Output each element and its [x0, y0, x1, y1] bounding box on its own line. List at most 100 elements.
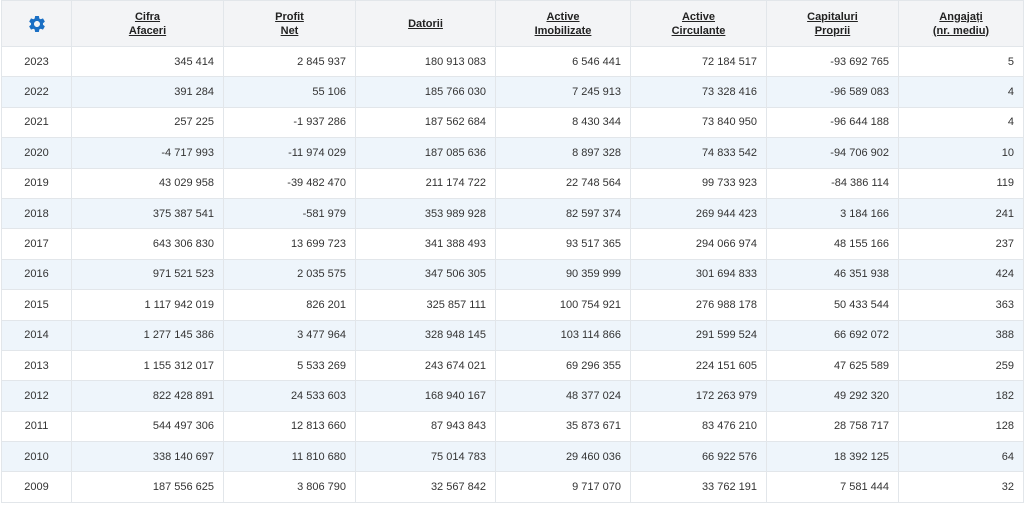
- value-cell-cifra-afaceri: -4 717 993: [71, 137, 224, 169]
- column-header-label[interactable]: Profit: [275, 11, 304, 23]
- value-cell-datorii: 187 085 636: [355, 137, 496, 169]
- value-cell-active-circulante: 269 944 423: [630, 197, 767, 230]
- value-cell-cifra-afaceri: 338 140 697: [71, 441, 224, 473]
- value-cell-capitaluri-proprii: 46 351 938: [766, 258, 899, 291]
- table-row: 2011 544 497 306 12 813 660 87 943 843 35 87…: [1, 410, 1024, 443]
- value-cell-datorii: 347 506 305: [355, 258, 496, 291]
- value-cell-profit-net: 3 806 790: [223, 471, 356, 503]
- column-header-label[interactable]: Angajați: [939, 11, 982, 23]
- column-header-sublabel[interactable]: Net: [281, 25, 299, 37]
- year-cell: 2022: [1, 76, 72, 108]
- column-header-sublabel[interactable]: Proprii: [815, 25, 850, 37]
- value-cell-active-circulante: 99 733 923: [630, 167, 767, 199]
- value-cell-profit-net: -11 974 029: [223, 137, 356, 169]
- table-row: 2012 822 428 891 24 533 603 168 940 167 48 3…: [1, 380, 1024, 412]
- value-cell-angajati: 4: [898, 106, 1024, 139]
- value-cell-angajati: 128: [898, 410, 1024, 443]
- value-cell-active-circulante: 276 988 178: [630, 289, 767, 321]
- column-header-label[interactable]: Capitaluri: [807, 11, 858, 23]
- value-cell-active-circulante: 83 476 210: [630, 410, 767, 443]
- year-cell: 2021: [1, 106, 72, 139]
- value-cell-capitaluri-proprii: 48 155 166: [766, 228, 899, 260]
- value-cell-capitaluri-proprii: -96 589 083: [766, 76, 899, 108]
- column-header-cifra-afaceri[interactable]: Cifra Afaceri: [71, 0, 224, 47]
- value-cell-datorii: 185 766 030: [355, 76, 496, 108]
- table-row: 2014 1 277 145 386 3 477 964 328 948 145 103…: [1, 319, 1024, 351]
- value-cell-profit-net: 11 810 680: [223, 441, 356, 473]
- column-header-angajati[interactable]: Angajați (nr. mediu): [898, 0, 1024, 47]
- value-cell-datorii: 187 562 684: [355, 106, 496, 139]
- column-header-datorii[interactable]: Datorii: [355, 0, 496, 47]
- value-cell-active-imobilizate: 103 114 866: [495, 319, 631, 351]
- value-cell-angajati: 259: [898, 349, 1024, 382]
- column-header-sublabel[interactable]: Afaceri: [129, 25, 166, 37]
- column-header-profit-net[interactable]: Profit Net: [223, 0, 356, 47]
- year-cell: 2017: [1, 228, 72, 260]
- column-header-label[interactable]: Active: [546, 11, 579, 23]
- value-cell-cifra-afaceri: 257 225: [71, 106, 224, 139]
- value-cell-cifra-afaceri: 822 428 891: [71, 380, 224, 412]
- value-cell-capitaluri-proprii: 28 758 717: [766, 410, 899, 443]
- value-cell-capitaluri-proprii: 47 625 589: [766, 349, 899, 382]
- settings-header-cell: [1, 0, 72, 47]
- financial-data-table: Cifra Afaceri Profit Net Datorii Active Imobil…: [1, 0, 1024, 503]
- value-cell-cifra-afaceri: 971 521 523: [71, 258, 224, 291]
- table-row: 2016 971 521 523 2 035 575 347 506 305 90 35…: [1, 258, 1024, 291]
- column-header-sublabel[interactable]: Circulante: [672, 25, 726, 37]
- value-cell-profit-net: 3 477 964: [223, 319, 356, 351]
- value-cell-cifra-afaceri: 1 117 942 019: [71, 289, 224, 321]
- value-cell-angajati: 64: [898, 441, 1024, 473]
- value-cell-active-imobilizate: 100 754 921: [495, 289, 631, 321]
- column-header-active-imobilizate[interactable]: Active Imobilizate: [495, 0, 631, 47]
- value-cell-active-circulante: 224 151 605: [630, 349, 767, 382]
- table-row: 2023 345 414 2 845 937 180 913 083 6 546 441…: [1, 45, 1024, 78]
- table-row: 2010 338 140 697 11 810 680 75 014 783 29 46…: [1, 441, 1024, 473]
- column-header-label[interactable]: Datorii: [408, 18, 443, 30]
- value-cell-cifra-afaceri: 391 284: [71, 76, 224, 108]
- value-cell-cifra-afaceri: 1 155 312 017: [71, 349, 224, 382]
- column-header-label[interactable]: Cifra: [135, 11, 160, 23]
- table-row: 2020 -4 717 993 -11 974 029 187 085 636 8 89…: [1, 137, 1024, 169]
- table-row: 2021 257 225 -1 937 286 187 562 684 8 430 34…: [1, 106, 1024, 139]
- value-cell-datorii: 168 940 167: [355, 380, 496, 412]
- column-header-capitaluri-proprii[interactable]: Capitaluri Proprii: [766, 0, 899, 47]
- value-cell-datorii: 328 948 145: [355, 319, 496, 351]
- value-cell-active-circulante: 291 599 524: [630, 319, 767, 351]
- table-row: 2009 187 556 625 3 806 790 32 567 842 9 717 …: [1, 471, 1024, 503]
- value-cell-active-circulante: 33 762 191: [630, 471, 767, 503]
- value-cell-active-imobilizate: 29 460 036: [495, 441, 631, 473]
- table-header-row: Cifra Afaceri Profit Net Datorii Active Imobil…: [1, 0, 1024, 47]
- value-cell-active-imobilizate: 82 597 374: [495, 197, 631, 230]
- value-cell-capitaluri-proprii: 66 692 072: [766, 319, 899, 351]
- value-cell-profit-net: 12 813 660: [223, 410, 356, 443]
- column-header-sublabel[interactable]: Imobilizate: [535, 25, 592, 37]
- value-cell-active-imobilizate: 7 245 913: [495, 76, 631, 108]
- value-cell-cifra-afaceri: 1 277 145 386: [71, 319, 224, 351]
- value-cell-profit-net: 24 533 603: [223, 380, 356, 412]
- value-cell-angajati: 241: [898, 197, 1024, 230]
- table-row: 2017 643 306 830 13 699 723 341 388 493 93 5…: [1, 228, 1024, 260]
- value-cell-active-circulante: 73 840 950: [630, 106, 767, 139]
- value-cell-profit-net: -1 937 286: [223, 106, 356, 139]
- value-cell-angajati: 424: [898, 258, 1024, 291]
- value-cell-active-circulante: 294 066 974: [630, 228, 767, 260]
- value-cell-datorii: 180 913 083: [355, 45, 496, 78]
- gear-icon[interactable]: [27, 14, 47, 34]
- column-header-sublabel[interactable]: (nr. mediu): [933, 25, 989, 37]
- year-cell: 2018: [1, 197, 72, 230]
- value-cell-angajati: 363: [898, 289, 1024, 321]
- value-cell-active-circulante: 301 694 833: [630, 258, 767, 291]
- value-cell-cifra-afaceri: 187 556 625: [71, 471, 224, 503]
- value-cell-capitaluri-proprii: -84 386 114: [766, 167, 899, 199]
- year-cell: 2009: [1, 471, 72, 503]
- year-cell: 2015: [1, 289, 72, 321]
- value-cell-datorii: 211 174 722: [355, 167, 496, 199]
- year-cell: 2020: [1, 137, 72, 169]
- value-cell-profit-net: -581 979: [223, 197, 356, 230]
- value-cell-active-imobilizate: 22 748 564: [495, 167, 631, 199]
- column-header-active-circulante[interactable]: Active Circulante: [630, 0, 767, 47]
- table-row: 2015 1 117 942 019 826 201 325 857 111 100 7…: [1, 289, 1024, 321]
- column-header-label[interactable]: Active: [682, 11, 715, 23]
- value-cell-active-imobilizate: 8 897 328: [495, 137, 631, 169]
- value-cell-angajati: 119: [898, 167, 1024, 199]
